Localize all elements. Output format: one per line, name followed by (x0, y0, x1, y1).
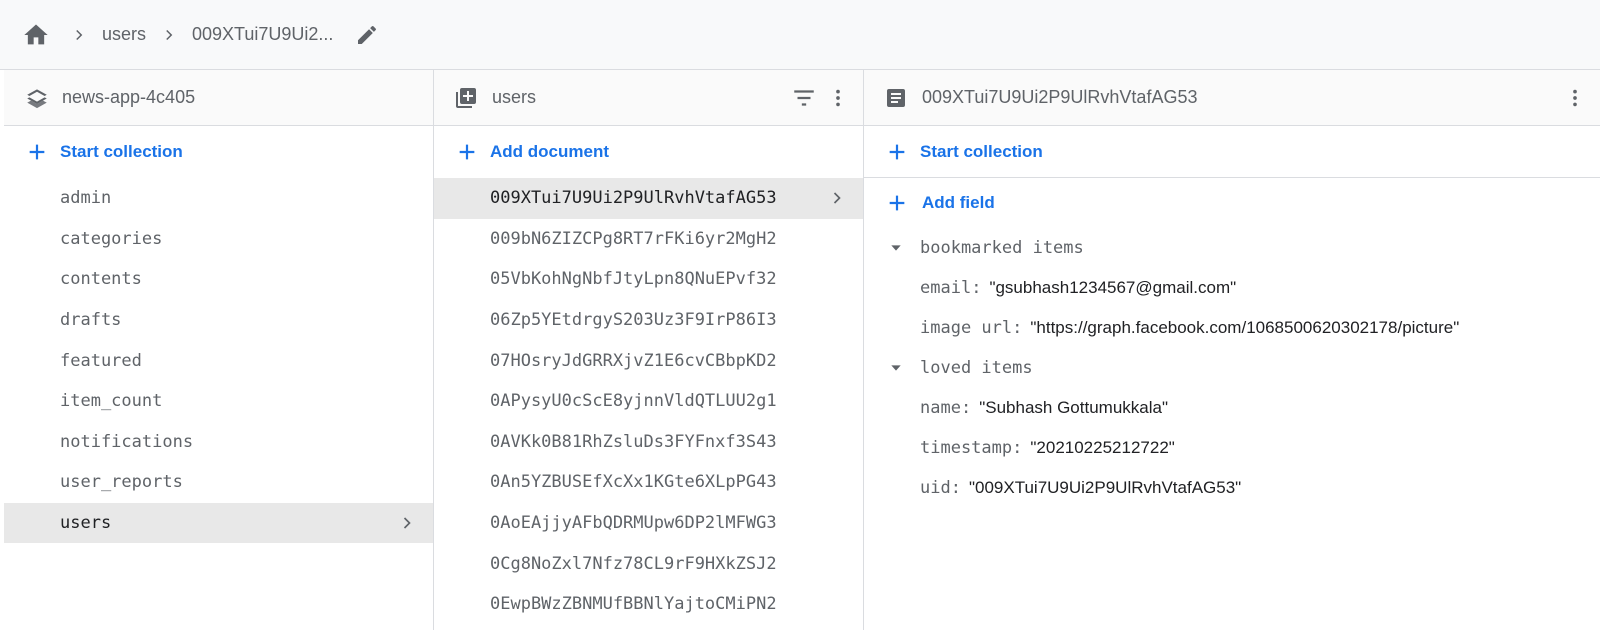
document-id: 009XTui7U9Ui2P9UlRvhVtafAG53 (922, 87, 1198, 107)
collection-item-drafts[interactable]: drafts (4, 300, 433, 341)
document-item[interactable]: 009bN6ZIZCPg8RT7rFKi6yr2MgH2 (434, 219, 863, 260)
start-collection-button[interactable]: Start collection (4, 126, 433, 178)
plus-icon (886, 141, 908, 163)
collection-item-notifications[interactable]: notifications (4, 422, 433, 463)
document-item[interactable]: 009XTui7U9Ui2P9UlRvhVtafAG53 (434, 178, 863, 219)
document-item[interactable]: 0An5YZBUSEfXcXx1KGte6XLpPG43 (434, 462, 863, 503)
breadcrumb: users 009XTui7U9Ui2... (0, 0, 1600, 70)
collection-header-actions (791, 70, 849, 126)
collection-item-featured[interactable]: featured (4, 340, 433, 381)
start-collection-label: Start collection (920, 141, 1043, 161)
start-collection-label: Start collection (60, 142, 183, 161)
start-subcollection-button[interactable]: Start collection (864, 126, 1600, 178)
field-list: bookmarked items email: "gsubhash1234567… (864, 228, 1600, 508)
chevron-right-icon (160, 26, 178, 44)
add-field-label: Add field (922, 193, 995, 212)
field-value: "Subhash Gottumukkala" (979, 398, 1168, 417)
document-panel-header: 009XTui7U9Ui2P9UlRvhVtafAG53 (864, 70, 1600, 126)
document-icon (884, 86, 910, 110)
document-item[interactable]: 0AVKk0B81RhZsluDs3FYFnxf3S43 (434, 422, 863, 463)
plus-icon (886, 192, 908, 214)
more-vert-icon[interactable] (827, 85, 849, 111)
stack-icon (24, 85, 50, 111)
field-row-email[interactable]: email: "gsubhash1234567@gmail.com" (864, 268, 1600, 308)
caret-down-icon[interactable] (888, 240, 908, 256)
field-value: "https://graph.facebook.com/106850062030… (1030, 318, 1460, 337)
collection-name: users (492, 87, 537, 107)
add-document-label: Add document (490, 142, 609, 161)
collection-item-categories[interactable]: categories (4, 219, 433, 260)
breadcrumb-item-document[interactable]: 009XTui7U9Ui2... (192, 24, 333, 45)
document-panel: 009XTui7U9Ui2P9UlRvhVtafAG53 Start colle… (864, 70, 1600, 630)
field-row-timestamp[interactable]: timestamp: "20210225212722" (864, 428, 1600, 468)
field-row-name[interactable]: name: "Subhash Gottumukkala" (864, 388, 1600, 428)
field-group-loved-items[interactable]: loved items (864, 348, 1600, 388)
plus-icon (26, 141, 48, 163)
home-icon[interactable] (22, 21, 50, 49)
pencil-icon[interactable] (355, 23, 379, 47)
collection-panel-header: users (434, 70, 863, 126)
collection-item-user-reports[interactable]: user_reports (4, 462, 433, 503)
project-name: news-app-4c405 (62, 87, 196, 107)
add-document-button[interactable]: Add document (434, 126, 863, 178)
breadcrumb-item-users[interactable]: users (102, 24, 146, 45)
field-row-uid[interactable]: uid: "009XTui7U9Ui2P9UlRvhVtafAG53" (864, 468, 1600, 508)
field-value: "009XTui7U9Ui2P9UlRvhVtafAG53" (968, 478, 1242, 497)
document-item[interactable]: 0APysyU0cScE8yjnnVldQTLUU2g1 (434, 381, 863, 422)
document-item[interactable]: 07HOsryJdGRRXjvZ1E6cvCBbpKD2 (434, 340, 863, 381)
chevron-right-icon (827, 178, 847, 219)
filter-icon[interactable] (791, 85, 817, 111)
project-panel: news-app-4c405 Start collection admin ca… (4, 70, 434, 630)
collection-item-item-count[interactable]: item_count (4, 381, 433, 422)
caret-down-icon[interactable] (888, 360, 908, 376)
document-item[interactable]: 0Cg8NoZxl7Nfz78CL9rF9HXkZSJ2 (434, 543, 863, 584)
document-header-actions (1564, 70, 1586, 126)
collection-panel: users Add document 009XTui7U9Ui2P9UlRvhV… (434, 70, 864, 630)
field-value: "20210225212722" (1030, 438, 1175, 457)
collection-item-admin[interactable]: admin (4, 178, 433, 219)
document-item[interactable]: 0EwpBWzZBNMUfBBNlYajtoCMiPN2 (434, 584, 863, 625)
add-field-button[interactable]: Add field (864, 178, 1600, 228)
chevron-right-icon (397, 503, 417, 544)
field-value: "gsubhash1234567@gmail.com" (989, 278, 1237, 297)
document-item[interactable]: 06Zp5YEtdrgyS203Uz3F9IrP86I3 (434, 300, 863, 341)
collection-item-contents[interactable]: contents (4, 259, 433, 300)
more-vert-icon[interactable] (1564, 85, 1586, 111)
document-item[interactable]: 0AoEAjjyAFbQDRMUpw6DP2lMFWG3 (434, 503, 863, 544)
field-row-image-url[interactable]: image url: "https://graph.facebook.com/1… (864, 308, 1600, 348)
project-panel-header: news-app-4c405 (4, 70, 433, 126)
plus-icon (456, 141, 478, 163)
field-group-bookmarked-items[interactable]: bookmarked items (864, 228, 1600, 268)
chevron-right-icon (70, 26, 88, 44)
data-panels: news-app-4c405 Start collection admin ca… (4, 70, 1600, 630)
collection-icon (454, 86, 480, 110)
collection-item-users[interactable]: users (4, 502, 433, 544)
document-item[interactable]: 05VbKohNgNbfJtyLpn8QNuEPvf32 (434, 259, 863, 300)
